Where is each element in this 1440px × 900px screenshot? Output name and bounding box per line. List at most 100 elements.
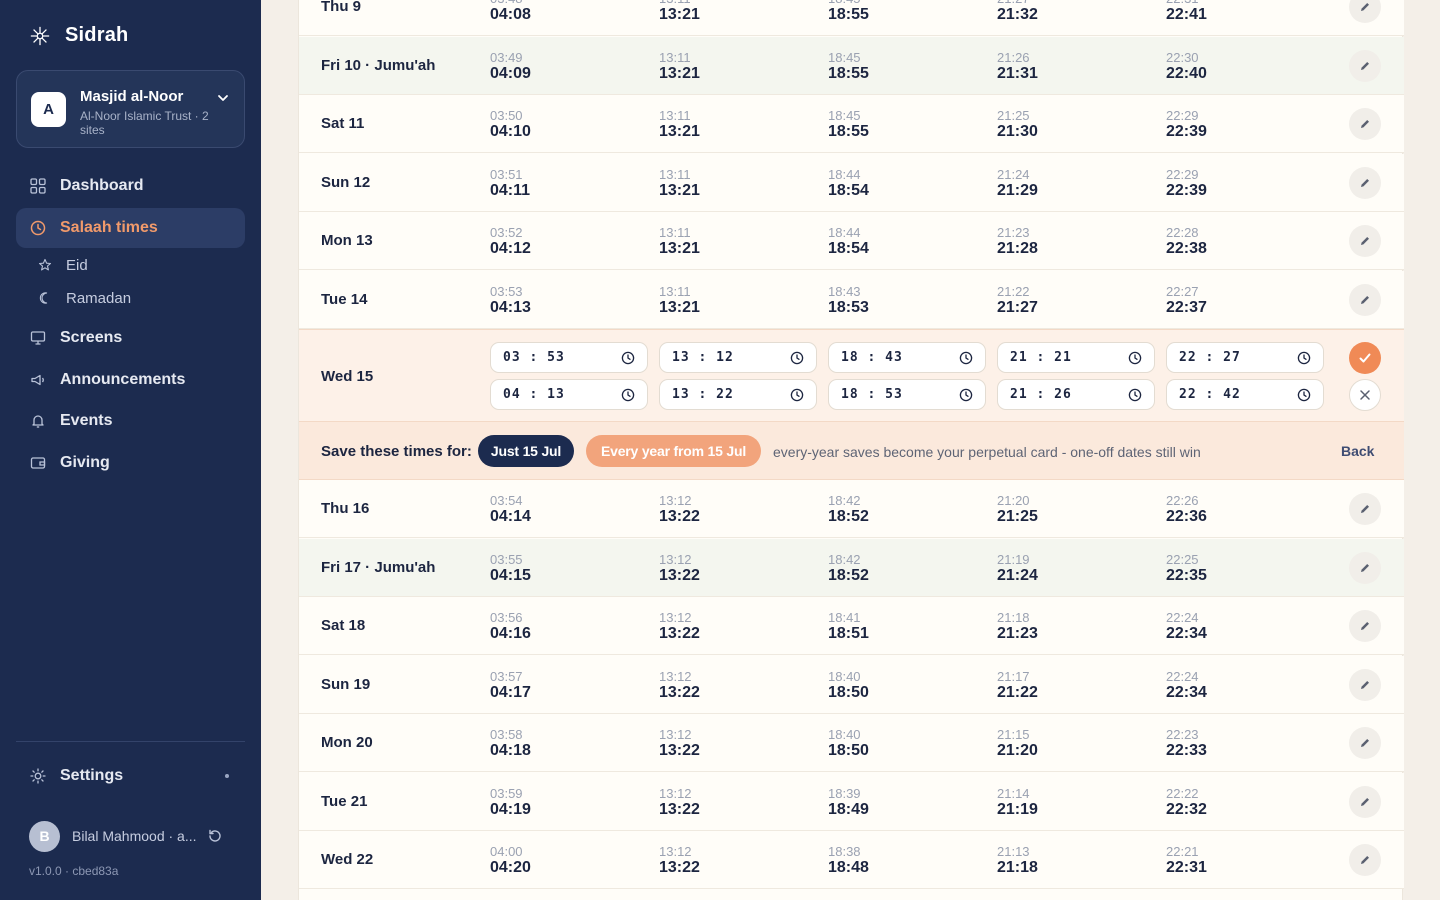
right-gutter <box>1404 0 1440 900</box>
chevron-down-icon <box>218 95 228 101</box>
prayer-time-cell: 21:17 21:22 <box>997 669 1038 702</box>
nav-giving-label: Giving <box>60 454 110 471</box>
jamaah-time-input[interactable]: 22 : 42 <box>1166 379 1324 410</box>
prayer-time-cell: 18:39 18:49 <box>828 786 869 819</box>
begin-time: 22:28 <box>1166 225 1199 240</box>
jamaah-time: 22:32 <box>1166 800 1207 818</box>
edit-row-button[interactable] <box>1349 844 1381 876</box>
time-input-value: 22 : 27 <box>1179 350 1241 365</box>
begin-time: 21:17 <box>997 668 1030 684</box>
edit-row-button[interactable] <box>1349 108 1381 140</box>
edit-row-button[interactable] <box>1349 0 1381 23</box>
prayer-time-cell: 03:53 04:13 <box>490 284 531 317</box>
prayer-time-cell: 22:24 22:34 <box>1166 610 1207 643</box>
jamaah-time-input[interactable]: 18 : 53 <box>828 379 986 410</box>
jamaah-time: 22:31 <box>1166 859 1207 876</box>
begin-time: 03:58 <box>490 727 523 742</box>
prayer-time-cell: 22:28 22:38 <box>1166 225 1207 258</box>
scope-label: Save these times for: <box>321 443 472 460</box>
prayer-time-cell: 21:2721:32 <box>997 0 1038 24</box>
nav-eid[interactable]: Eid <box>38 252 88 278</box>
nav-settings[interactable]: Settings <box>16 756 245 796</box>
begin-time-input[interactable]: 22 : 27 <box>1166 342 1324 373</box>
begin-time: 21:22 <box>997 283 1030 299</box>
begin-time: 22:29 <box>1166 108 1199 123</box>
switch-account-icon[interactable] <box>207 828 223 844</box>
prayer-time-cell: 22:30 22:40 <box>1166 50 1207 83</box>
prayer-time-cell: 22:29 22:39 <box>1166 108 1207 141</box>
brand[interactable]: Sidrah <box>29 24 128 47</box>
prayer-time-cell: 13:12 13:22 <box>659 552 700 585</box>
prayer-time-cell: 21:23 21:28 <box>997 225 1038 258</box>
clock-icon <box>790 388 804 402</box>
prayer-time-cell: 03:4804:08 <box>490 0 531 24</box>
user-name: Bilal Mahmood · a... <box>72 828 196 844</box>
begin-time: 03:49 <box>490 49 523 65</box>
begin-time: 22:24 <box>1166 668 1199 684</box>
org-switcher[interactable]: A Masjid al-Noor Al-Noor Islamic Trust ·… <box>16 70 245 148</box>
monitor-icon <box>30 331 46 345</box>
nav-screens[interactable]: Screens <box>16 318 245 358</box>
begin-time: 13:11 <box>659 225 691 240</box>
prayer-time-cell: 18:42 18:52 <box>828 493 869 526</box>
edit-row-button[interactable] <box>1349 283 1381 316</box>
pencil-icon <box>1361 622 1369 630</box>
save-times-button[interactable] <box>1349 342 1381 374</box>
edit-row-button[interactable] <box>1349 493 1381 525</box>
begin-time: 03:52 <box>490 225 523 240</box>
begin-time-input[interactable]: 21 : 21 <box>997 342 1155 373</box>
jamaah-time: 13:21 <box>659 6 700 23</box>
nav-ramadan[interactable]: Ramadan <box>38 285 131 311</box>
prayer-time-cell: 03:54 04:14 <box>490 493 531 526</box>
jamaah-time: 22:41 <box>1166 6 1207 23</box>
save-scope-bar: Save these times for: Just 15 Jul Every … <box>299 422 1404 480</box>
close-icon <box>1360 390 1370 400</box>
begin-time-input[interactable]: 03 : 53 <box>490 342 648 373</box>
jamaah-time: 18:52 <box>828 508 869 525</box>
prayer-time-cell: 21:26 21:31 <box>997 50 1038 83</box>
prayer-time-cell: 22:21 22:31 <box>1166 844 1207 877</box>
jamaah-time-input[interactable]: 13 : 22 <box>659 379 817 410</box>
begin-time: 03:57 <box>490 668 523 684</box>
begin-time-input[interactable]: 13 : 12 <box>659 342 817 373</box>
jamaah-time: 04:17 <box>490 683 531 701</box>
jamaah-time-input[interactable]: 04 : 13 <box>490 379 648 410</box>
nav-settings-label: Settings <box>60 767 124 784</box>
user-profile[interactable]: B Bilal Mahmood · a... <box>29 820 229 852</box>
save-just-once-button[interactable]: Just 15 Jul <box>478 435 574 467</box>
begin-time-input[interactable]: 18 : 43 <box>828 342 986 373</box>
back-link[interactable]: Back <box>1341 443 1374 459</box>
nav-giving[interactable]: Giving <box>16 443 245 483</box>
edit-row-button[interactable] <box>1349 668 1381 701</box>
jamaah-time-input[interactable]: 21 : 26 <box>997 379 1155 410</box>
jamaah-time: 04:09 <box>490 64 531 82</box>
nav-dashboard[interactable]: Dashboard <box>16 166 245 206</box>
edit-row-button[interactable] <box>1349 166 1381 199</box>
cancel-edit-button[interactable] <box>1349 379 1381 411</box>
prayer-time-cell: 03:59 04:19 <box>490 786 531 819</box>
edit-row-button[interactable] <box>1349 551 1381 584</box>
edit-row-button[interactable] <box>1349 610 1381 642</box>
row-day: Tue 21 <box>321 792 368 810</box>
jamaah-time: 13:22 <box>659 566 700 584</box>
prayer-time-cell: 22:27 22:37 <box>1166 284 1207 317</box>
app-name: Sidrah <box>65 24 129 46</box>
nav-announcements[interactable]: Announcements <box>16 360 245 400</box>
nav-events[interactable]: Events <box>16 401 245 441</box>
edit-row-button[interactable] <box>1349 785 1381 818</box>
edit-row-button[interactable] <box>1349 49 1381 82</box>
prayer-time-cell: 18:43 18:53 <box>828 284 869 317</box>
pencil-icon <box>1361 739 1369 747</box>
row-day: Sun 19 <box>321 675 371 693</box>
jamaah-time: 21:24 <box>997 566 1038 584</box>
edit-row-button[interactable] <box>1349 727 1381 759</box>
jamaah-time: 13:22 <box>659 508 700 525</box>
prayer-time-cell: 22:29 22:39 <box>1166 167 1207 200</box>
table-row: Sat 18 03:56 04:16 13:12 13:22 18:41 18:51 21:1… <box>299 597 1404 655</box>
begin-time: 03:50 <box>490 108 523 123</box>
edit-row-button[interactable] <box>1349 225 1381 257</box>
clock-icon <box>959 351 973 365</box>
nav-salaah-times[interactable]: Salaah times <box>16 208 245 248</box>
jamaah-time: 18:48 <box>828 859 869 876</box>
save-every-year-button[interactable]: Every year from 15 Jul <box>586 435 761 467</box>
